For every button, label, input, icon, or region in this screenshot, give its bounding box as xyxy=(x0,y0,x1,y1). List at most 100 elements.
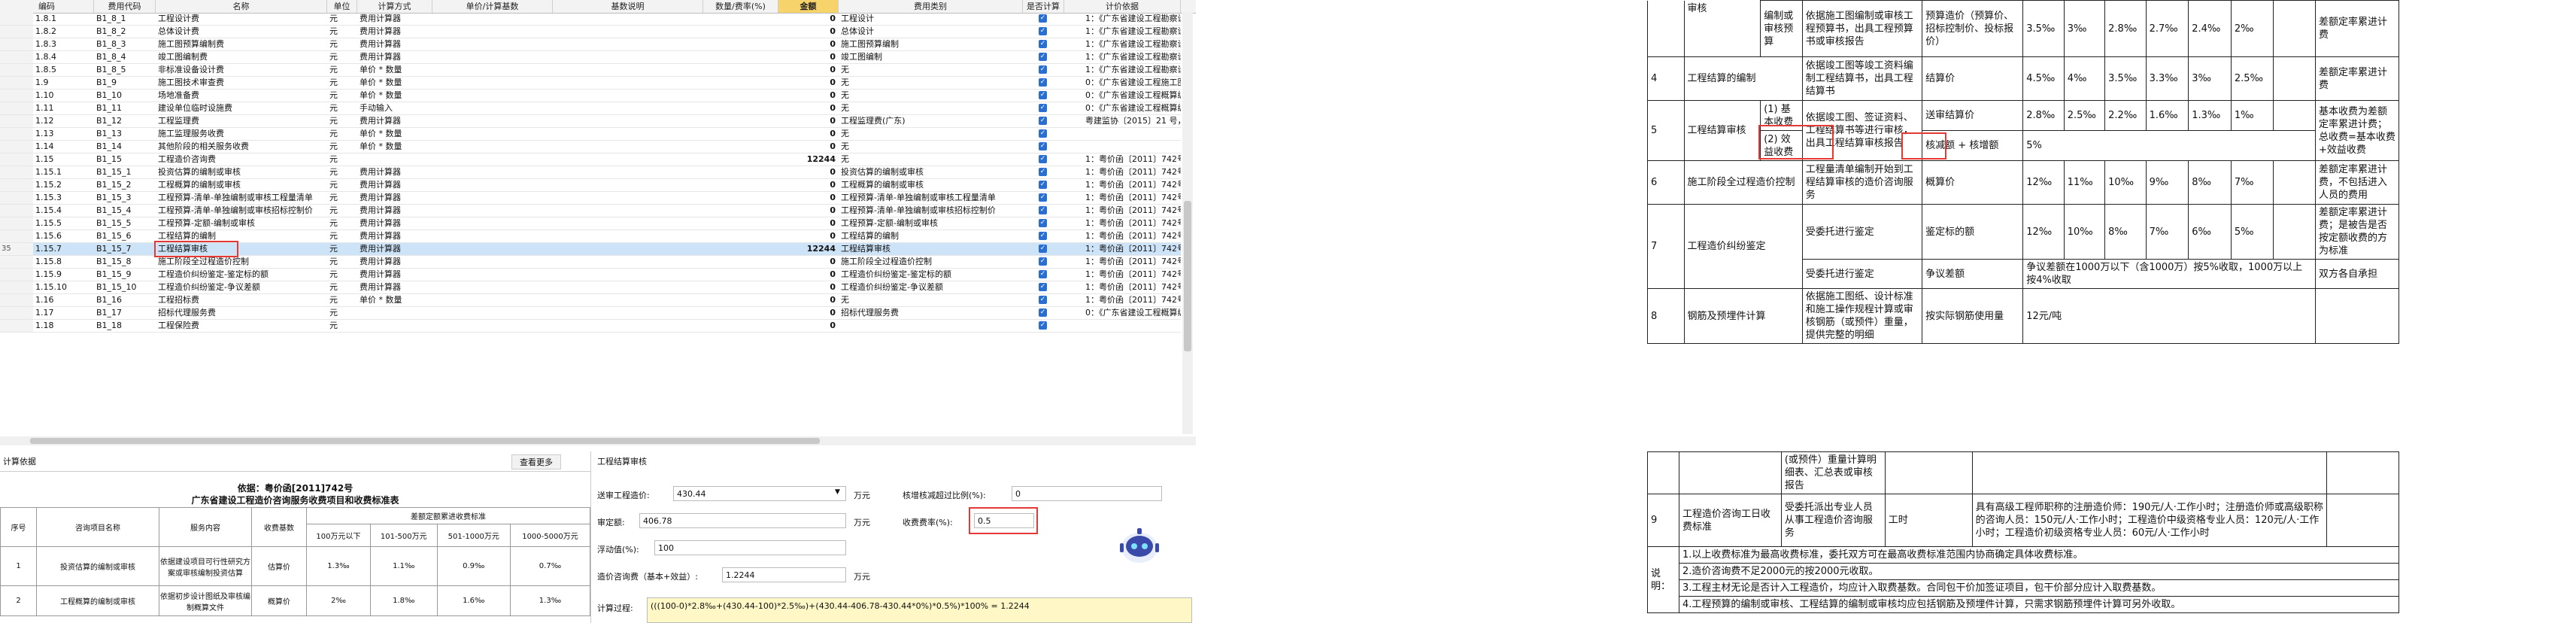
table-row[interactable]: 1.8.1B1_8_1工程设计费元费用计算器 0工程设计 1：《广东省建设工程勘察设… xyxy=(0,13,1181,26)
cell-cat[interactable]: 工程预算-定额-编制或审核 xyxy=(839,217,1023,229)
cell-basis[interactable]: 1：《广东省建设工程勘察设计 xyxy=(1083,64,1181,76)
calculate-checkbox[interactable]: ✓ xyxy=(1039,91,1047,99)
cell-name[interactable]: 非标准设备设计费 xyxy=(156,64,327,76)
calculate-checkbox[interactable]: ✓ xyxy=(1039,27,1047,35)
calculate-checkbox[interactable]: ✓ xyxy=(1039,129,1047,138)
calculate-checkbox[interactable]: ✓ xyxy=(1039,181,1047,189)
table-row[interactable]: 1.15.4 B1_15_4 工程预算-清单-单独编制或审核招标控制价元费用计算器 0… xyxy=(0,205,1181,217)
cell-method[interactable]: 费用计算器 xyxy=(357,13,432,25)
row-number[interactable] xyxy=(0,320,33,332)
cell-basis[interactable]: 1：粤价函〔2011〕742号，《广 xyxy=(1083,205,1181,217)
header-base-desc[interactable]: 基数说明 xyxy=(553,0,703,13)
cell-name[interactable]: 工程招标费 xyxy=(156,294,327,306)
cell-name[interactable]: 工程预算-清单-单独编制或审核工程量清单 xyxy=(156,192,327,204)
cell-method[interactable]: 费用计算器 xyxy=(357,269,432,281)
row-number[interactable] xyxy=(0,64,33,76)
table-row[interactable]: 1.15.3 B1_15_3 工程预算-清单-单独编制或审核工程量清单元费用计算器 0… xyxy=(0,192,1181,205)
cell-name[interactable]: 招标代理服务费 xyxy=(156,307,327,319)
cell-code[interactable]: 1.8.3 xyxy=(33,38,94,50)
cell-amount[interactable]: 0 xyxy=(778,281,839,293)
cell-amount[interactable]: 0 xyxy=(778,77,839,89)
row-number[interactable] xyxy=(0,128,33,140)
table-row[interactable]: 1.15.2 B1_15_2 工程概算的编制或审核元费用计算器 0 工程概算的编制或审核… xyxy=(0,179,1181,192)
cell-cat[interactable] xyxy=(839,320,1023,332)
cell-code[interactable]: 1.8.2 xyxy=(33,26,94,38)
cell-basis[interactable]: 1：粤价函〔2011〕742号，《广 xyxy=(1083,230,1181,242)
cell-name[interactable]: 其他阶段的相关服务收费 xyxy=(156,141,327,153)
cell-unit[interactable]: 元 xyxy=(327,64,357,76)
table-row[interactable]: 1.10B1_10场地准备费元单价 * 数量 0无 0：《广东省建设工程概算编制办 ✓ xyxy=(0,90,1181,102)
cell-amount[interactable]: 0 xyxy=(778,230,839,242)
cell-fee[interactable]: B1_15_4 xyxy=(94,205,156,217)
table-row[interactable]: 1.9 B1_9 施工图技术审查费元单价 * 数量 0 无 0：《广东省建设工程施工图 ✓ xyxy=(0,77,1181,90)
cell-code[interactable]: 1.15.7 xyxy=(33,243,94,255)
cell-basis[interactable]: 0：《广东省建设工程施工图 xyxy=(1083,77,1181,89)
row-number[interactable] xyxy=(0,141,33,153)
cell-code[interactable]: 1.10 xyxy=(33,90,94,102)
cell-name[interactable]: 建设单位临时设施费 xyxy=(156,102,327,114)
calculate-checkbox[interactable]: ✓ xyxy=(1039,65,1047,74)
cell-amount[interactable]: 0 xyxy=(778,13,839,25)
cell-amount[interactable]: 0 xyxy=(778,192,839,204)
cell-fee[interactable]: B1_11 xyxy=(94,102,156,114)
table-row[interactable]: 1.15.8 B1_15_8 施工阶段全过程造价控制元费用计算器 0 施工阶段全过程造价… xyxy=(0,256,1181,269)
ratio-input[interactable]: 0 xyxy=(1012,486,1162,501)
chevron-down-icon[interactable]: ▼ xyxy=(835,488,840,496)
cell-code[interactable]: 1.16 xyxy=(33,294,94,306)
cell-basis[interactable]: 1：粤价函〔2011〕742号，《广 xyxy=(1083,179,1181,191)
cell-basis[interactable] xyxy=(1083,128,1181,140)
table-row[interactable]: 1.14 B1_14 其他阶段的相关服务收费元单价 * 数量 0 无 ✓ xyxy=(0,141,1181,153)
float-input[interactable]: 100 xyxy=(654,540,846,555)
cell-fee[interactable]: B1_9 xyxy=(94,77,156,89)
cell-name[interactable]: 工程保险费 xyxy=(156,320,327,332)
cell-method[interactable]: 费用计算器 xyxy=(357,281,432,293)
row-number[interactable]: 35 xyxy=(0,243,33,255)
calculate-checkbox[interactable]: ✓ xyxy=(1039,206,1047,214)
cell-basis[interactable]: 0：《广东省建设工程概算编制办 xyxy=(1083,307,1181,319)
header-amount[interactable]: 金额 xyxy=(778,0,839,13)
cell-unit[interactable]: 元 xyxy=(327,217,357,229)
cell-code[interactable]: 1.14 xyxy=(33,141,94,153)
cell-method[interactable]: 单价 * 数量 xyxy=(357,77,432,89)
cell-unit[interactable]: 元 xyxy=(327,141,357,153)
calculate-checkbox[interactable]: ✓ xyxy=(1039,78,1047,87)
table-row[interactable]: 1.15.9 B1_15_9 工程造价纠纷鉴定-鉴定标的额元费用计算器 0 工程造价纠纷… xyxy=(0,269,1181,281)
table-row[interactable]: 1.8.4 B1_8_4 竣工图编制费元费用计算器 0 竣工图编制 1：《广东省建设工程勘… xyxy=(0,51,1181,64)
cell-method[interactable]: 费用计算器 xyxy=(357,115,432,127)
cell-basis[interactable]: 1：粤价函〔2011〕742号，《广 xyxy=(1083,243,1181,255)
cell-method[interactable]: 费用计算器 xyxy=(357,166,432,178)
cell-amount[interactable]: 0 xyxy=(778,38,839,50)
cell-amount[interactable]: 0 xyxy=(778,102,839,114)
audit-input[interactable]: 406.78 xyxy=(639,513,846,528)
cell-code[interactable]: 1.15.8 xyxy=(33,256,94,268)
table-row[interactable]: 1.12 B1_12 工程监理费元费用计算器 0 工程监理费(广东) 粤建监协〔2015〕… xyxy=(0,115,1181,128)
cell-basis[interactable]: 1：粤价函〔2011〕742号，《广 xyxy=(1083,256,1181,268)
cell-code[interactable]: 1.15.5 xyxy=(33,217,94,229)
cell-method[interactable]: 费用计算器 xyxy=(357,243,432,255)
cell-amount[interactable]: 0 xyxy=(778,307,839,319)
cell-name[interactable]: 工程预算-定额-编制或审核 xyxy=(156,217,327,229)
cell-cat[interactable]: 工程概算的编制或审核 xyxy=(839,179,1023,191)
cell-name[interactable]: 工程预算-清单-单独编制或审核招标控制价 xyxy=(156,205,327,217)
header-basis[interactable]: 计价依据 xyxy=(1064,0,1181,13)
cell-code[interactable]: 1.12 xyxy=(33,115,94,127)
calculate-checkbox[interactable]: ✓ xyxy=(1039,308,1047,317)
cell-name[interactable]: 工程造价咨询费 xyxy=(156,153,327,166)
cell-cat[interactable]: 施工阶段全过程造价控制 xyxy=(839,256,1023,268)
cell-cat[interactable]: 无 xyxy=(839,64,1023,76)
cell-amount[interactable]: 12244 xyxy=(778,243,839,255)
cell-cat[interactable]: 无 xyxy=(839,128,1023,140)
cell-name[interactable]: 工程概算的编制或审核 xyxy=(156,179,327,191)
cell-fee[interactable]: B1_15_10 xyxy=(94,281,156,293)
cell-amount[interactable]: 0 xyxy=(778,269,839,281)
cell-fee[interactable]: B1_15_8 xyxy=(94,256,156,268)
cell-method[interactable]: 费用计算器 xyxy=(357,26,432,38)
cell-amount[interactable]: 0 xyxy=(778,90,839,102)
cell-fee[interactable]: B1_8_4 xyxy=(94,51,156,63)
cell-fee[interactable]: B1_8_5 xyxy=(94,64,156,76)
table-row[interactable]: 1.15.5 B1_15_5 工程预算-定额-编制或审核元费用计算器 0 工程预算-定额… xyxy=(0,217,1181,230)
cell-unit[interactable]: 元 xyxy=(327,13,357,25)
cell-fee[interactable]: B1_8_1 xyxy=(94,13,156,25)
cell-fee[interactable]: B1_15_6 xyxy=(94,230,156,242)
cell-unit[interactable]: 元 xyxy=(327,205,357,217)
